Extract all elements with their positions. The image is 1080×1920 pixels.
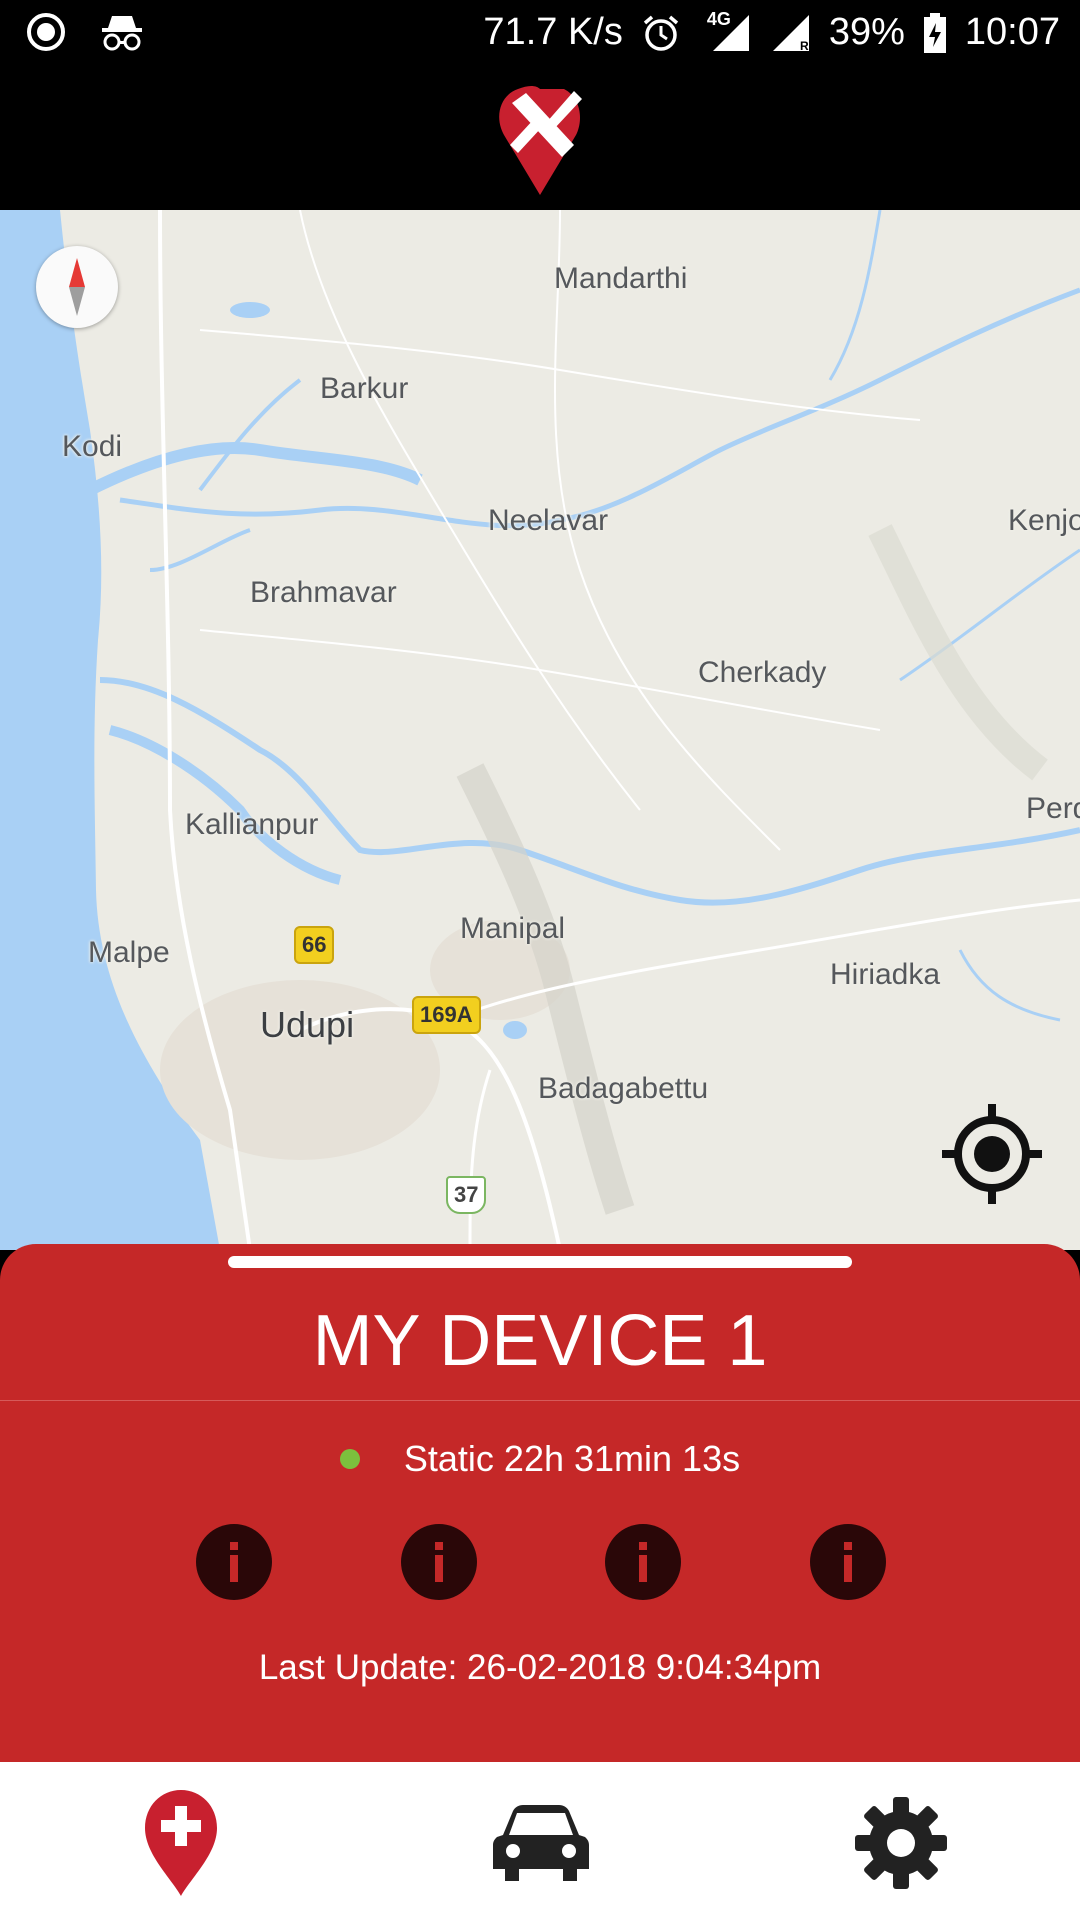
battery-charging-icon [923, 12, 946, 53]
status-bar: 71.7 K/s 4G R 39% 10:07 [0, 0, 1080, 65]
last-update-text: Last Update: 26-02-2018 9:04:34pm [258, 1648, 822, 1687]
map-label-mandarthi: Mandarthi [554, 262, 688, 295]
nav-settings-button[interactable] [846, 1788, 956, 1898]
device-status-row: Static 22h 31min 13s [0, 1438, 1080, 1480]
info-icon [230, 1542, 238, 1582]
map-label-hiriadka: Hiriadka [830, 958, 941, 991]
app-header [0, 65, 1080, 210]
status-indicator-dot [339, 1449, 360, 1469]
my-location-icon[interactable] [940, 1102, 1044, 1206]
device-status: Static 22h 31min 13s [403, 1438, 741, 1479]
info-button-1[interactable] [196, 1524, 272, 1600]
compass-button[interactable] [36, 246, 118, 328]
device-name: MY DEVICE 1 [312, 1301, 768, 1381]
nav-map-button[interactable] [126, 1788, 236, 1898]
map-label-kodi: Kodi [62, 430, 123, 463]
info-button-2[interactable] [400, 1524, 477, 1600]
signal-icon [712, 14, 749, 51]
map-add-pin-icon [145, 1790, 217, 1896]
divider [0, 1400, 1080, 1401]
map-label-malpe: Malpe [88, 936, 170, 969]
car-icon [493, 1805, 589, 1881]
compass-icon [69, 258, 85, 316]
info-icon [434, 1542, 443, 1582]
highway-shield-169a: 169A [412, 996, 481, 1034]
info-buttons-row [196, 1524, 886, 1600]
map-label-cherkady: Cherkady [698, 656, 827, 689]
app-logo [499, 86, 582, 195]
signal-roaming-icon: R [772, 14, 809, 53]
highway-shield-66: 66 [294, 926, 335, 964]
map-label-kallianpur: Kallianpur [185, 808, 319, 841]
gear-icon [855, 1797, 947, 1889]
map-label-badagabettu: Badagabettu [538, 1072, 709, 1105]
map-label-neelavar: Neelavar [488, 504, 609, 537]
device-bottom-sheet[interactable]: MY DEVICE 1 Static 22h 31min 13s Last Up… [0, 1244, 1080, 1762]
svg-text:R: R [800, 39, 809, 53]
map-label-perd: Perd [1026, 792, 1080, 825]
alarm-icon [643, 15, 678, 51]
map-label-udupi: Udupi [260, 1004, 355, 1045]
map-label-barkur: Barkur [320, 372, 409, 405]
map-view[interactable]: Mandarthi Barkur Kodi Neelavar Kenjo Bra… [0, 210, 1080, 1250]
info-icon [639, 1542, 648, 1582]
clock: 10:07 [964, 11, 1060, 53]
map-label-kenjo: Kenjo [1008, 504, 1080, 537]
sheet-drag-handle[interactable] [228, 1256, 852, 1268]
map-label-manipal: Manipal [460, 912, 566, 945]
highway-shield-37: 37 [446, 1176, 487, 1214]
info-button-4[interactable] [809, 1524, 886, 1600]
record-icon [27, 13, 65, 51]
bottom-navigation [0, 1762, 1080, 1920]
incognito-icon [102, 16, 142, 51]
info-button-3[interactable] [605, 1524, 682, 1600]
info-icon [843, 1542, 852, 1582]
nav-vehicles-button[interactable] [486, 1788, 596, 1898]
battery-percent: 39% [828, 11, 905, 53]
network-speed: 71.7 K/s [483, 11, 623, 53]
map-label-brahmavar: Brahmavar [250, 576, 397, 609]
